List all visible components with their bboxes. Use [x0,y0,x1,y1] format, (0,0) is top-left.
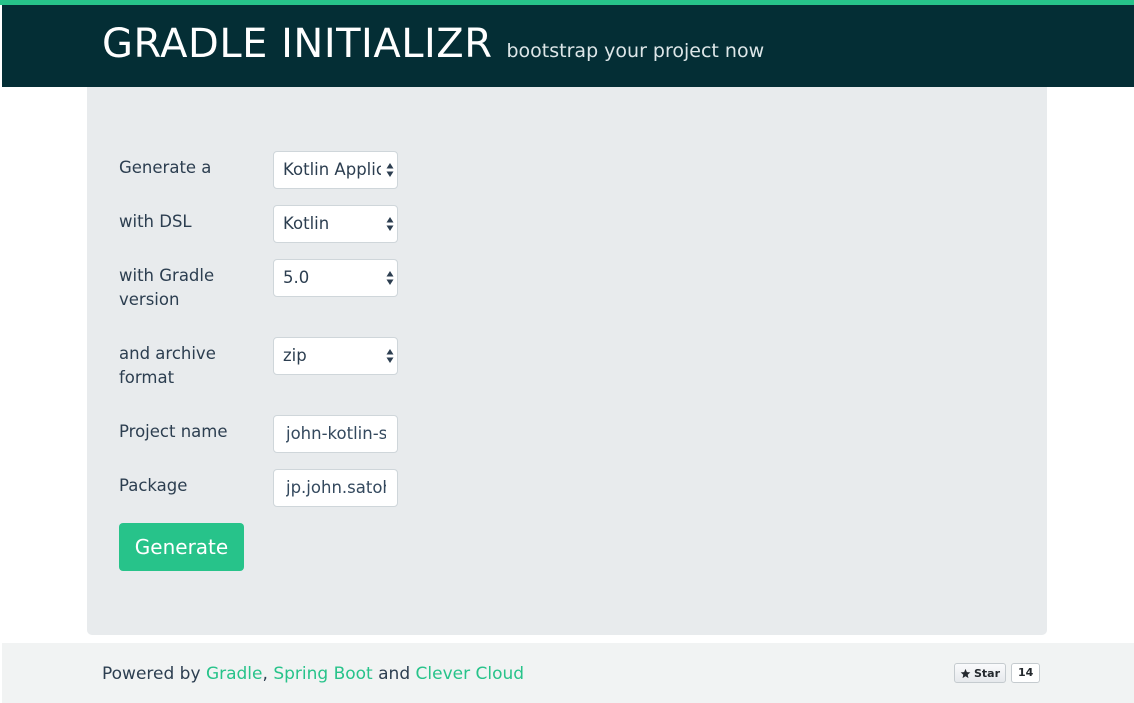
project-name-label: Project name [119,422,228,441]
gradle-link[interactable]: Gradle [206,664,263,684]
page-title: GRADLE INITIALIZR [102,21,493,67]
generator-form-panel: Generate a Kotlin Application with DSL K… [87,87,1047,635]
clever-cloud-link[interactable]: Clever Cloud [416,664,525,684]
github-star-widget: Star 14 [954,663,1041,683]
sort-arrows-icon [386,271,394,285]
archive-format-value: zip [283,346,307,365]
generate-type-label: Generate a [119,158,212,177]
star-icon [960,668,971,678]
sort-arrows-icon [386,349,394,363]
gradle-version-value: 5.0 [283,268,310,287]
dsl-value: Kotlin [283,214,330,233]
gradle-version-select[interactable]: 5.0 [273,259,398,297]
gradle-version-label: with Gradle version [119,266,215,309]
brand: GRADLE INITIALIZR bootstrap your project… [102,21,764,67]
generate-type-value: Kotlin Application [283,160,381,179]
spring-boot-link[interactable]: Spring Boot [273,664,372,684]
page-tagline: bootstrap your project now [506,40,765,62]
project-name-value: john-kotlin-sample [286,424,386,443]
sort-arrows-icon [386,163,394,177]
package-input[interactable]: jp.john.satoh [273,469,398,507]
generate-button[interactable]: Generate [119,523,244,571]
and-text: and [378,664,411,684]
dsl-label: with DSL [119,212,192,231]
github-star-label: Star [974,666,1001,680]
powered-by-text: Powered by [102,664,201,684]
package-value: jp.john.satoh [286,478,386,497]
comma-separator: , [262,664,268,684]
dsl-select[interactable]: Kotlin [273,205,398,243]
package-label: Package [119,476,188,495]
github-star-button[interactable]: Star [954,663,1007,683]
header: GRADLE INITIALIZR bootstrap your project… [2,5,1134,87]
github-star-count[interactable]: 14 [1011,663,1041,683]
footer-credits: Powered by Gradle, Spring Boot and Cleve… [102,664,524,684]
project-name-input[interactable]: john-kotlin-sample [273,415,398,453]
sort-arrows-icon [386,217,394,231]
footer: Powered by Gradle, Spring Boot and Cleve… [2,643,1134,703]
generate-type-select[interactable]: Kotlin Application [273,151,398,189]
archive-format-label: and archive format [119,344,216,387]
archive-format-select[interactable]: zip [273,337,398,375]
